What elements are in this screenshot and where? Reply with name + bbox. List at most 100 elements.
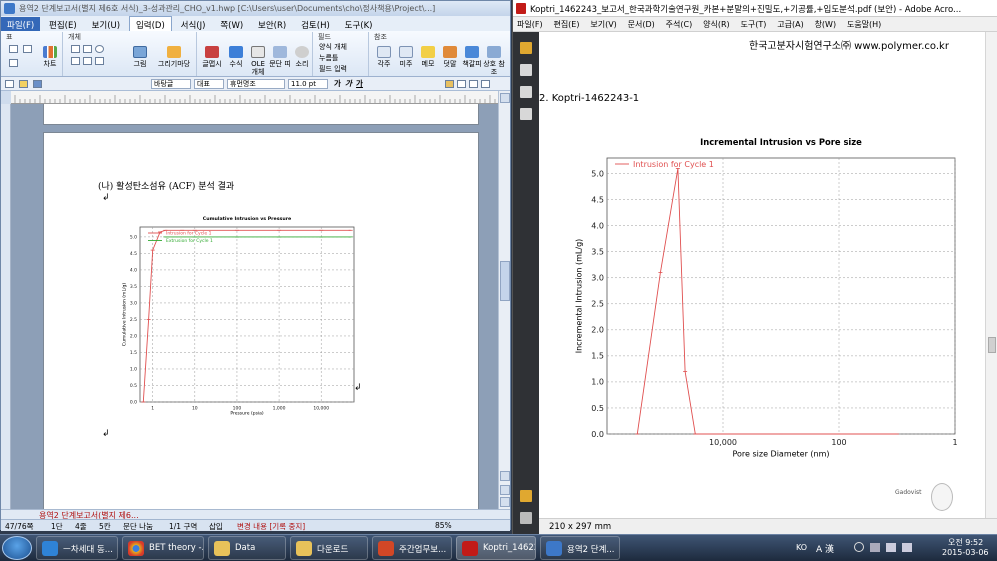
underline-button[interactable]: 가: [355, 79, 364, 89]
document-page[interactable]: (나) 활성탄소섬유 (ACF) 분석 결과 ↲ 0.0 0.5 1.0 1.5 2.0…: [43, 132, 479, 509]
bold-button[interactable]: 가: [333, 79, 342, 89]
attachments-icon[interactable]: [520, 512, 532, 524]
shape-rect-icon[interactable]: [83, 45, 92, 53]
click-field-button[interactable]: 누름틀: [319, 53, 338, 63]
font-select[interactable]: 휴먼명조: [227, 79, 285, 89]
formula-button[interactable]: 수식: [225, 46, 247, 68]
pdf-menu-document[interactable]: 문서(D): [624, 17, 659, 32]
shape-arc-icon[interactable]: [71, 57, 80, 65]
cell-icon[interactable]: [9, 59, 18, 67]
chart-button[interactable]: 차트: [39, 46, 61, 68]
shape-line-icon[interactable]: [71, 45, 80, 53]
status-page[interactable]: 47/76쪽: [5, 521, 34, 532]
align-left-icon[interactable]: [457, 80, 466, 88]
pdf-menu-comments[interactable]: 주석(C): [662, 17, 697, 32]
help-icon[interactable]: [854, 542, 864, 552]
picture-button[interactable]: 그림: [129, 46, 151, 68]
pages-icon[interactable]: [520, 64, 532, 76]
new-doc-icon[interactable]: [5, 80, 14, 88]
pdf-menu-view[interactable]: 보기(V): [586, 17, 620, 32]
tray-language[interactable]: KO: [796, 543, 807, 552]
hwp-title-bar[interactable]: 용역2 단계보고서(별지 제6호 서식)_3-성과관리_CHO_v1.hwp […: [1, 1, 510, 16]
table-icon[interactable]: [9, 45, 18, 53]
hwp-ruler[interactable]: [11, 91, 500, 104]
pdf-page-view[interactable]: 한국고분자시험연구소㈜ www.polymer.co.kr 2. Koptri-…: [539, 32, 985, 518]
pdf-menu-window[interactable]: 창(W): [811, 17, 841, 32]
document-tab[interactable]: 용역2 단계보고서(별지 제6...: [39, 510, 139, 520]
taskbar-item-hwp[interactable]: 용역2 단계...: [540, 536, 620, 560]
taskbar-item-powerpoint[interactable]: 주간업무보...: [372, 536, 452, 560]
pdf-menu-help[interactable]: 도움말(H): [843, 17, 885, 32]
pdf-menu-edit[interactable]: 편집(E): [549, 17, 583, 32]
menu-format[interactable]: 서식(J): [175, 17, 212, 32]
open-folder-icon[interactable]: [19, 80, 28, 88]
pdf-menu-forms[interactable]: 양식(R): [699, 17, 734, 32]
style-select[interactable]: 바탕글: [151, 79, 191, 89]
shape-poly-icon[interactable]: [83, 57, 92, 65]
bookmarks-icon[interactable]: [520, 86, 532, 98]
shape-ellipse-icon[interactable]: [95, 45, 104, 53]
taskbar-item-ie[interactable]: ㅡ차세대 동...: [36, 536, 118, 560]
italic-button[interactable]: 가: [344, 79, 353, 89]
align-right-icon[interactable]: [469, 80, 478, 88]
hwp-vertical-ruler[interactable]: [1, 104, 11, 509]
pdf-title-bar[interactable]: Koptri_1462243_보고서_한국과학기술연구원_카본+분말의+진밀도,…: [513, 0, 997, 17]
drawing-button[interactable]: 그리기마당: [155, 46, 193, 68]
pdf-scroll-thumb[interactable]: [988, 337, 996, 353]
ole-button[interactable]: OLE 개체: [247, 46, 269, 76]
hwp-document-area[interactable]: (나) 활성탄소섬유 (ACF) 분석 결과 ↲ 0.0 0.5 1.0 1.5 2.0…: [11, 104, 498, 509]
glyph-button[interactable]: 글맵시: [201, 46, 223, 68]
menu-tools[interactable]: 도구(K): [339, 17, 379, 32]
status-zoom[interactable]: 85%: [435, 521, 452, 530]
save-icon[interactable]: [33, 80, 42, 88]
incremental-intrusion-chart[interactable]: 0.0 0.5 1.0 1.5 2.0 2.5 3.0 3.5 4.0 4.5 5.0 10,000 1…: [549, 124, 975, 464]
lock-icon[interactable]: [520, 42, 532, 54]
pdf-menu-file[interactable]: 파일(F): [513, 17, 547, 32]
align-center-icon[interactable]: [481, 80, 490, 88]
font-size-select[interactable]: 11.0 pt: [288, 79, 328, 89]
scroll-up-button[interactable]: [500, 93, 510, 103]
table-edit-icon[interactable]: [23, 45, 32, 53]
start-button[interactable]: [2, 536, 32, 560]
menu-security[interactable]: 보안(R): [252, 17, 292, 32]
tray-ime[interactable]: A 漢: [816, 542, 834, 555]
crossref-button[interactable]: 상호 참조: [483, 46, 505, 76]
language-select[interactable]: 대표: [194, 79, 224, 89]
hwp-vertical-scrollbar[interactable]: [498, 91, 510, 509]
pdf-menu-advanced[interactable]: 고급(A): [773, 17, 807, 32]
prev-page-button[interactable]: [500, 485, 510, 495]
menu-file[interactable]: 파일(F): [1, 17, 41, 32]
field-input-button[interactable]: 필드 입력: [319, 64, 347, 74]
footnote-button[interactable]: 각주: [373, 46, 395, 68]
taskbar-item-downloads[interactable]: 다운로드: [290, 536, 368, 560]
tray-date[interactable]: 2015-03-06: [942, 548, 989, 557]
status-track-changes[interactable]: 변경 내용 [기록 중지]: [237, 521, 305, 532]
status-insert-mode[interactable]: 삽입: [209, 521, 223, 532]
memo-button[interactable]: 메모: [417, 46, 439, 68]
menu-review[interactable]: 검토(H): [295, 17, 336, 32]
taskbar-item-chrome[interactable]: BET theory -...: [122, 536, 204, 560]
comment-button[interactable]: 덧말: [439, 46, 461, 68]
pdf-menu-tools[interactable]: 도구(T): [737, 17, 771, 32]
menu-view[interactable]: 보기(U): [86, 17, 127, 32]
scroll-thumb[interactable]: [500, 261, 510, 301]
align-justify-icon[interactable]: [445, 80, 454, 88]
signatures-icon[interactable]: [520, 108, 532, 120]
cumulative-intrusion-chart[interactable]: 0.0 0.5 1.0 1.5 2.0 2.5 3.0 3.5 4.0 4.5 5.0 1 10 100 1…: [106, 207, 366, 427]
taskbar-item-acrobat[interactable]: Koptri_14622...: [456, 536, 536, 560]
menu-edit[interactable]: 편집(E): [43, 17, 83, 32]
endnote-button[interactable]: 미주: [395, 46, 417, 68]
tray-time[interactable]: 오전 9:52: [948, 537, 983, 548]
pdf-vertical-scrollbar[interactable]: [985, 32, 997, 518]
sound-button[interactable]: 소리: [291, 46, 313, 68]
network-icon[interactable]: [886, 543, 896, 552]
flag-icon[interactable]: [870, 543, 880, 552]
bookmark-button[interactable]: 책갈피: [461, 46, 483, 68]
form-object-button[interactable]: 양식 개체: [319, 42, 347, 52]
paragraph-band-button[interactable]: 문단 띠: [269, 46, 291, 68]
menu-insert[interactable]: 입력(D): [128, 16, 172, 31]
next-page-button[interactable]: [500, 497, 510, 507]
scroll-down-button[interactable]: [500, 471, 510, 481]
shape-curve-icon[interactable]: [95, 57, 104, 65]
comments-icon[interactable]: [520, 490, 532, 502]
